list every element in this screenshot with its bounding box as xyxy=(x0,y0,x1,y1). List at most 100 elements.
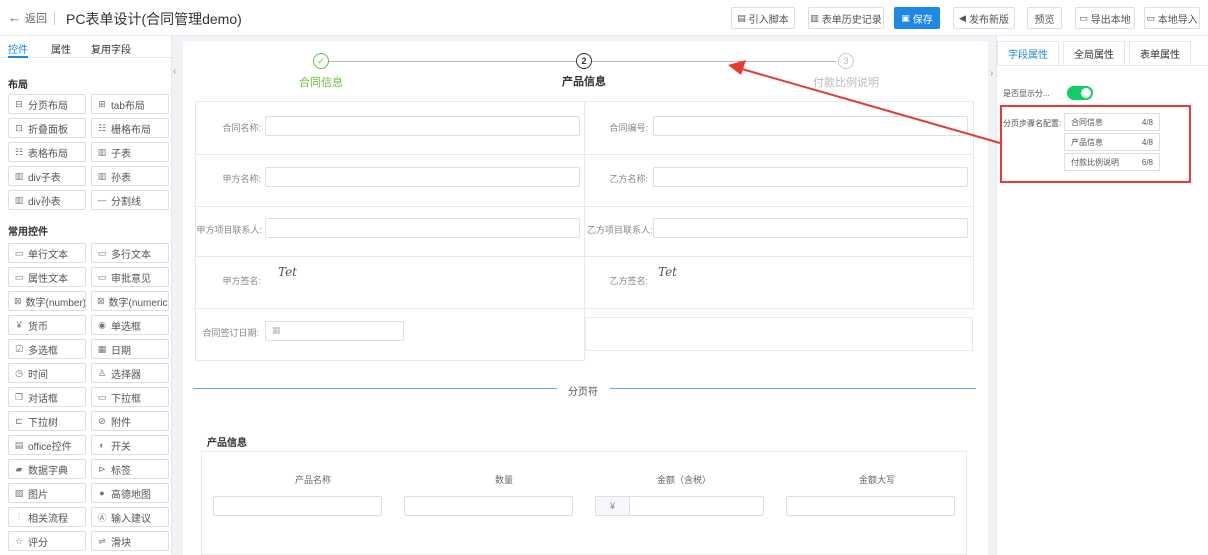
component-item[interactable]: ⇌ 滑块 xyxy=(91,531,169,551)
component-item[interactable]: ☷ 表格布局 xyxy=(8,142,86,162)
component-item[interactable]: ▥ 子表 xyxy=(91,142,169,162)
back-button[interactable]: ← 返回 xyxy=(8,10,47,26)
component-item[interactable]: ▰ 数据字典 xyxy=(8,459,86,479)
product-name-input[interactable] xyxy=(213,496,382,516)
party-a-name-input[interactable] xyxy=(265,167,580,187)
component-icon: ⊠ xyxy=(97,295,105,306)
component-icon: ♙ xyxy=(97,367,107,378)
component-item[interactable]: ☑ 多选框 xyxy=(8,339,86,359)
party-a-signature[interactable]: Tet xyxy=(278,265,297,279)
component-item[interactable]: ⊡ 折叠面板 xyxy=(8,118,86,138)
step-done-icon: ✓ xyxy=(313,53,329,69)
collapse-left-icon[interactable]: ‹ xyxy=(173,66,176,77)
export-icon: ▭ xyxy=(1079,12,1088,23)
component-icon: ◐ xyxy=(99,440,105,450)
component-item[interactable]: ⊞ tab布局 xyxy=(91,94,169,114)
component-item[interactable]: ▥ div孙表 xyxy=(8,190,86,210)
component-item[interactable]: ◉ 单选框 xyxy=(91,315,169,335)
step-2-label[interactable]: 产品信息 xyxy=(524,73,644,89)
component-item[interactable]: ● 高德地图 xyxy=(91,483,169,503)
component-item[interactable]: Ⓐ 输入建议 xyxy=(91,507,169,527)
component-item[interactable]: ◷ 时间 xyxy=(8,363,86,383)
import-icon: ▭ xyxy=(1146,12,1155,23)
column-header: 数量 xyxy=(494,475,513,485)
component-item[interactable]: ☷ 栅格布局 xyxy=(91,118,169,138)
component-label: 多行文本 xyxy=(111,249,151,261)
component-icon: ☷ xyxy=(97,122,107,133)
component-item[interactable]: ⊟ 分页布局 xyxy=(8,94,86,114)
component-item[interactable]: ▨ 图片 xyxy=(8,483,86,503)
component-icon: ⊟ xyxy=(15,98,23,109)
save-icon: ▣ xyxy=(901,12,910,23)
component-item[interactable]: ▭ 单行文本 xyxy=(8,243,86,263)
component-item[interactable]: ▥ 孙表 xyxy=(91,166,169,186)
component-item[interactable]: ¥ 货币 xyxy=(8,315,86,335)
component-item[interactable]: ◐ 开关 xyxy=(91,435,169,455)
form-history-button[interactable]: ▥ 表单历史记录 xyxy=(808,7,884,29)
show-steps-toggle[interactable] xyxy=(1067,86,1093,100)
component-label: 开关 xyxy=(111,441,131,453)
component-item[interactable]: ▦ 日期 xyxy=(91,339,169,359)
page-divider-label: 分页符 xyxy=(568,387,598,398)
amount-words-input[interactable] xyxy=(786,496,955,516)
component-item[interactable]: ⊏ 下拉树 xyxy=(8,411,86,431)
party-a-contact-input[interactable] xyxy=(265,218,580,238)
component-label: office控件 xyxy=(28,441,72,453)
component-label: 对话框 xyxy=(28,393,58,405)
tab-components[interactable]: 控件 xyxy=(8,41,28,56)
tab-form-properties[interactable]: 表单属性 xyxy=(1129,41,1191,65)
tab-global-properties[interactable]: 全局属性 xyxy=(1063,41,1125,65)
component-label: 相关流程 xyxy=(28,513,68,525)
component-item[interactable]: ▥ div子表 xyxy=(8,166,86,186)
component-icon: ◷ xyxy=(15,367,23,378)
tab-reuse-fields[interactable]: 复用字段 xyxy=(91,41,131,56)
component-label: 数字(number) xyxy=(25,297,86,309)
component-item[interactable]: ⊳ 标签 xyxy=(91,459,169,479)
component-item[interactable]: ⊘ 附件 xyxy=(91,411,169,431)
component-item[interactable]: ▤ office控件 xyxy=(8,435,86,455)
party-b-sign-label: 乙方签名: xyxy=(609,276,648,286)
component-label: div孙表 xyxy=(28,196,61,208)
save-button[interactable]: ▣ 保存 xyxy=(894,7,940,29)
party-b-contact-input[interactable] xyxy=(653,218,968,238)
component-item[interactable]: ⊠ 数字(number) xyxy=(8,291,86,311)
page-divider-line xyxy=(610,388,976,389)
component-item[interactable]: ♙ 选择器 xyxy=(91,363,169,383)
component-item[interactable]: ⫶ 相关流程 xyxy=(8,507,86,527)
component-icon: ◉ xyxy=(98,319,106,330)
component-item[interactable]: ▭ 审批意见 xyxy=(91,267,169,287)
collapse-right-icon[interactable]: › xyxy=(990,68,993,79)
party-b-name-input[interactable] xyxy=(653,167,968,187)
component-icon: ⊳ xyxy=(98,463,106,474)
import-button[interactable]: ▭ 本地导入 xyxy=(1144,7,1200,29)
import-script-button[interactable]: ▤ 引入脚本 xyxy=(731,7,795,29)
preview-button[interactable]: 预览 xyxy=(1027,7,1062,29)
component-item[interactable]: ☆ 评分 xyxy=(8,531,86,551)
component-item[interactable]: ❐ 对话框 xyxy=(8,387,86,407)
form-canvas: ✓ 2 3 合同信息 产品信息 付款比例说明 合同名称: 合同编号: 甲方名称:… xyxy=(183,41,988,555)
party-b-signature[interactable]: Tet xyxy=(658,265,677,279)
contract-name-label: 合同名称: xyxy=(222,123,261,133)
component-item[interactable]: ▭ 下拉框 xyxy=(91,387,169,407)
component-icon: ⫶ xyxy=(17,511,21,522)
publish-button[interactable]: ◀ 发布新版 xyxy=(953,7,1015,29)
component-item[interactable]: ▭ 多行文本 xyxy=(91,243,169,263)
currency-prefix: ¥ xyxy=(596,497,630,515)
contract-name-input[interactable] xyxy=(265,116,580,136)
step-3-label[interactable]: 付款比例说明 xyxy=(786,74,906,90)
tab-properties[interactable]: 属性 xyxy=(51,41,71,56)
column-header: 金额大写 xyxy=(858,475,895,485)
step-1-label[interactable]: 合同信息 xyxy=(261,74,381,90)
quantity-input[interactable] xyxy=(404,496,573,516)
amount-input[interactable]: ¥ xyxy=(595,496,764,516)
component-item[interactable]: — 分割线 xyxy=(91,190,169,210)
tab-field-properties[interactable]: 字段属性 xyxy=(997,41,1059,65)
component-icon: ¥ xyxy=(16,320,22,330)
toggle-knob xyxy=(1081,88,1091,98)
contract-no-input[interactable] xyxy=(653,116,968,136)
component-icon: ▨ xyxy=(14,487,24,498)
export-button[interactable]: ▭ 导出本地 xyxy=(1075,7,1135,29)
component-item[interactable]: ▭ 属性文本 xyxy=(8,267,86,287)
component-item[interactable]: ⊠ 数字(numeric) xyxy=(91,291,169,311)
sign-date-input[interactable]: ▦ xyxy=(265,321,404,341)
